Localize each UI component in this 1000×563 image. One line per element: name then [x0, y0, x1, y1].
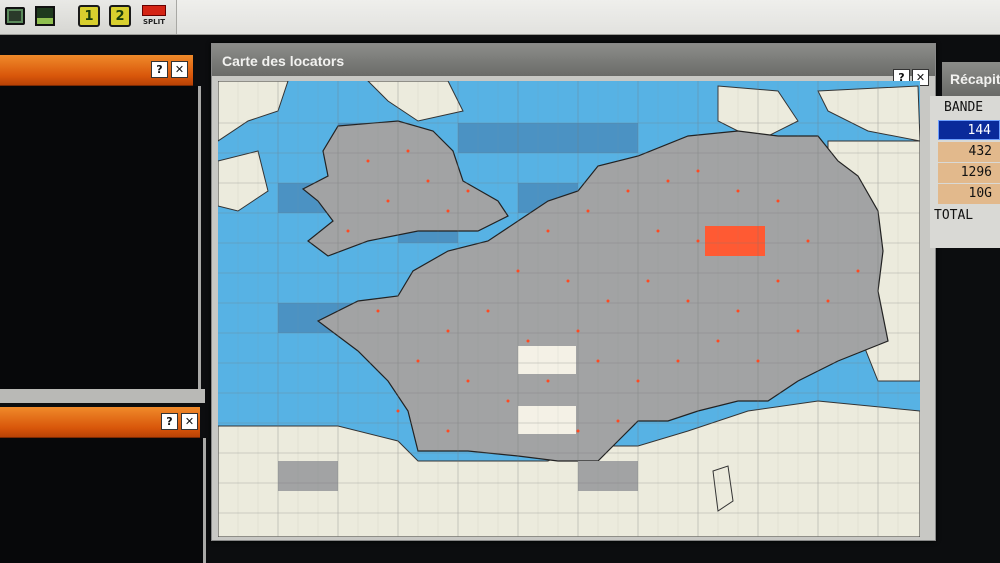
toolbar-empty-area	[176, 0, 1000, 34]
locator-map[interactable]	[218, 81, 920, 537]
pale-square-2	[518, 406, 576, 434]
toolbar: 1 2 SPLIT	[0, 0, 1000, 35]
worked-square-italy	[578, 461, 638, 491]
save-button[interactable]	[34, 5, 56, 27]
locator-map-title: Carte des locators	[222, 53, 345, 69]
locator-map-window: Carte des locators ? ✕	[211, 43, 936, 541]
total-label: TOTAL	[934, 208, 974, 223]
left-panel-1-body	[0, 86, 201, 389]
band-row-1296[interactable]: 1296	[938, 163, 1000, 183]
recap-title: Récapitulatif	[950, 71, 1000, 87]
left-panel-1-header: ? ✕	[0, 55, 193, 86]
left-panel-2-close-button[interactable]: ✕	[181, 413, 198, 430]
left-panel-1-help-button[interactable]: ?	[151, 61, 168, 78]
profile-1-icon: 1	[78, 5, 100, 27]
left-panel-1-close-button[interactable]: ✕	[171, 61, 188, 78]
band-row-144[interactable]: 144	[938, 120, 1000, 140]
locator-map-titlebar[interactable]: Carte des locators ? ✕	[212, 44, 935, 86]
left-panel-2-header: ? ✕	[0, 407, 200, 438]
band-row-432[interactable]: 432	[938, 142, 1000, 162]
split-button[interactable]: SPLIT	[140, 5, 168, 29]
split-label: SPLIT	[142, 18, 165, 26]
left-panel-2-help-button[interactable]: ?	[161, 413, 178, 430]
locator-map-svg	[218, 81, 920, 537]
recap-panel-titlebar[interactable]: Récapitulatif	[942, 62, 1000, 96]
save-icon	[35, 6, 55, 26]
profile-2-button[interactable]: 2	[109, 5, 131, 27]
profile-1-button[interactable]: 1	[78, 5, 100, 27]
monitor-icon	[5, 7, 25, 25]
worked-square-spain	[278, 461, 338, 491]
band-column-header: BANDE	[944, 100, 984, 115]
left-panel-2-body	[0, 438, 206, 563]
pale-square	[518, 346, 576, 374]
band-row-10g[interactable]: 10G	[938, 184, 1000, 204]
split-icon	[142, 5, 166, 16]
profile-2-icon: 2	[109, 5, 131, 27]
highlighted-locator-square[interactable]	[705, 226, 765, 256]
left-panel-divider	[0, 389, 205, 403]
monitor-button[interactable]	[4, 5, 26, 27]
